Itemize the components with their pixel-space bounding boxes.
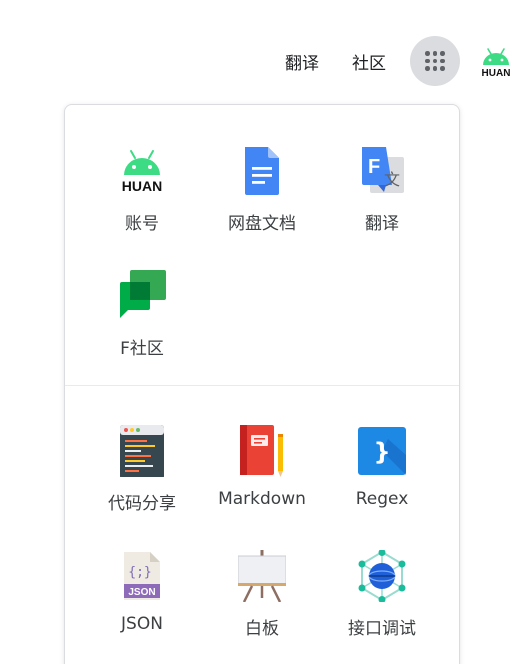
section-divider xyxy=(65,385,459,386)
app-label: 白板 xyxy=(245,619,279,639)
android-logo-icon: HUAN xyxy=(482,48,511,79)
app-api-debug[interactable]: 接口调试 xyxy=(322,550,442,660)
app-label: Markdown xyxy=(218,489,306,509)
app-label: Regex xyxy=(355,489,409,509)
api-network-icon xyxy=(358,550,406,602)
app-label: JSON xyxy=(121,614,163,634)
app-translate[interactable]: F 文 翻译 xyxy=(322,145,442,255)
notebook-pencil-icon xyxy=(240,425,283,477)
code-editor-icon xyxy=(120,425,164,477)
translate-link[interactable]: 翻译 xyxy=(285,49,319,74)
apps-grid-icon xyxy=(425,51,430,56)
apps-button[interactable] xyxy=(410,36,460,86)
app-cloud-docs[interactable]: 网盘文档 xyxy=(202,145,322,255)
translate-icon: F 文 xyxy=(362,147,404,193)
docs-icon xyxy=(245,147,279,195)
app-label: 接口调试 xyxy=(348,619,416,639)
android-logo-icon: HUAN xyxy=(122,150,162,194)
app-label: F社区 xyxy=(120,339,164,359)
svg-text:}: } xyxy=(373,438,390,466)
svg-text:F: F xyxy=(368,156,380,178)
whiteboard-easel-icon xyxy=(238,550,286,602)
regex-brace-icon: } xyxy=(358,427,406,475)
app-code-share[interactable]: 代码分享 xyxy=(82,425,202,535)
svg-text:文: 文 xyxy=(384,170,400,189)
svg-text:HUAN: HUAN xyxy=(482,68,511,78)
svg-text:HUAN: HUAN xyxy=(122,178,162,194)
json-file-icon: {;} JSON xyxy=(124,552,160,600)
svg-text:{;}: {;} xyxy=(128,565,151,580)
app-label: 代码分享 xyxy=(108,494,176,514)
apps-panel: HUAN 账号 网盘文档 F 文 翻译 F社区 代码分享 Markdown} … xyxy=(64,104,460,664)
top-bar: 翻译 社区 HUAN xyxy=(0,0,522,100)
chat-bubbles-icon xyxy=(118,270,166,318)
app-markdown[interactable]: Markdown xyxy=(202,425,322,535)
app-json[interactable]: {;} JSON JSON xyxy=(82,550,202,660)
app-label: 翻译 xyxy=(365,214,399,234)
app-label: 网盘文档 xyxy=(228,214,296,234)
app-whiteboard[interactable]: 白板 xyxy=(202,550,322,660)
app-label: 账号 xyxy=(125,214,159,234)
community-link[interactable]: 社区 xyxy=(352,49,386,74)
app-regex[interactable]: } Regex xyxy=(322,425,442,535)
svg-text:JSON: JSON xyxy=(128,587,155,598)
avatar[interactable]: HUAN xyxy=(478,46,514,79)
app-f-community[interactable]: F社区 xyxy=(82,270,202,380)
app-account[interactable]: HUAN 账号 xyxy=(82,145,202,255)
